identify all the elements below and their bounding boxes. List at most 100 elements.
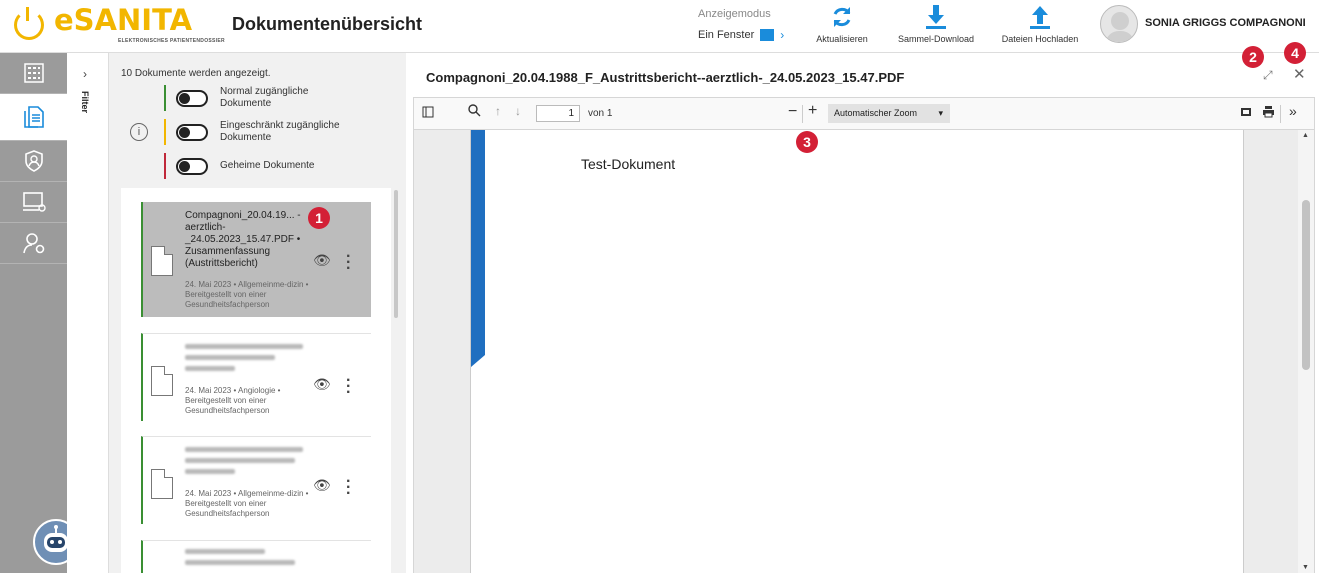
more-options-icon[interactable]: · · · (346, 249, 351, 277)
monitor-settings-icon (22, 192, 46, 212)
zoom-in-button[interactable]: + (808, 102, 817, 120)
sidebar-toggle-icon[interactable] (422, 106, 434, 121)
nav-item-user-settings[interactable] (0, 223, 67, 264)
refresh-icon (833, 7, 851, 27)
pdf-page: Test-Dokument (470, 130, 1244, 573)
legend-color-bar (164, 153, 166, 179)
logo-e: e (54, 3, 74, 37)
documents-icon (23, 106, 44, 128)
legend-color-bar (164, 85, 166, 111)
logo-subtitle: ELEKTRONISCHES PATIENTENDOSSIER (118, 38, 225, 44)
zoom-select[interactable]: Automatischer Zoom ▾ (828, 104, 950, 123)
upload-label: Dateien Hochladen (1001, 34, 1079, 44)
display-mode-selector[interactable]: Ein Fenster › (698, 28, 798, 42)
chevron-right-icon[interactable]: › (83, 67, 87, 81)
arrow-up-icon[interactable]: ↑ (495, 104, 501, 118)
zoom-out-button[interactable]: − (788, 103, 797, 121)
zoom-value: Automatischer Zoom (834, 108, 918, 118)
pdf-scroll-thumb[interactable] (1302, 200, 1310, 370)
toggle-normal-documents[interactable] (176, 89, 208, 107)
chevron-down-icon: ▾ (938, 108, 943, 118)
display-mode[interactable]: Anzeigemodus Ein Fenster › (698, 8, 798, 42)
blurred-title (185, 344, 305, 377)
document-card[interactable] (141, 540, 371, 573)
page-count: von 1 (588, 108, 613, 119)
avatar-image (1105, 12, 1135, 42)
refresh-button[interactable]: Aktualisieren (810, 4, 874, 44)
page-number-input[interactable]: 1 (536, 105, 580, 122)
nav-item-privacy[interactable] (0, 141, 67, 182)
upload-button[interactable]: Dateien Hochladen (995, 4, 1085, 44)
pdf-viewer: ↑ ↓ 1 von 1 − + Automatischer Zoom ▾ » T… (413, 97, 1315, 573)
bulk-download-button[interactable]: Sammel-Download (890, 4, 982, 44)
pdf-document-text: Test-Dokument (581, 156, 676, 172)
annotation-badge-4: 4 (1284, 42, 1306, 64)
grid-icon (23, 63, 44, 83)
file-icon (151, 366, 173, 396)
document-card-meta: 24. Mai 2023 • Allgemeinme-dizin • Berei… (185, 489, 309, 518)
bulk-download-label: Sammel-Download (897, 34, 975, 44)
document-accent-stripe-tip (471, 355, 485, 367)
pdf-canvas-area[interactable]: Test-Dokument (414, 130, 1298, 573)
user-settings-icon (22, 233, 44, 254)
legend-label: Normal zugängliche Dokumente (220, 86, 309, 109)
document-count: 10 Dokumente werden angezeigt. (121, 68, 271, 79)
legend-color-bar (164, 119, 166, 145)
document-card[interactable]: Compagnoni_20.04.19... -aerztlich- _24.0… (141, 202, 371, 317)
info-icon[interactable]: i (130, 123, 148, 141)
arrow-down-icon[interactable]: ↓ (515, 104, 521, 118)
presentation-mode-icon[interactable] (1240, 106, 1252, 121)
legend-normal: Normal zugängliche Dokumente (164, 85, 350, 111)
document-list-panel: 10 Dokumente werden angezeigt. i Normal … (109, 53, 406, 573)
privacy-shield-icon (24, 150, 43, 172)
document-card-title: Compagnoni_20.04.19... -aerztlich- _24.0… (185, 210, 301, 269)
viewer-title: Compagnoni_20.04.1988_F_Austrittsbericht… (426, 70, 905, 85)
eye-icon[interactable]: 👁 (313, 376, 331, 393)
refresh-label: Aktualisieren (816, 34, 868, 44)
more-tools-icon[interactable]: » (1289, 103, 1297, 119)
eye-icon[interactable]: 👁 (313, 252, 331, 269)
toggle-restricted-documents[interactable] (176, 123, 208, 141)
annotation-badge-2: 2 (1242, 46, 1264, 68)
toolbar-divider (802, 105, 803, 123)
blurred-title (185, 549, 305, 571)
search-icon[interactable] (468, 104, 481, 120)
eye-icon[interactable]: 👁 (313, 477, 331, 494)
esanita-logo[interactable]: eSANITA ELEKTRONISCHES PATIENTENDOSSIER (14, 3, 225, 48)
nav-rail (0, 53, 67, 573)
chevron-right-icon: › (780, 28, 785, 42)
filter-panel-toggle[interactable]: › Filter (67, 53, 109, 573)
logo-word: SANITA (73, 3, 193, 37)
scroll-down-icon[interactable]: ▼ (1302, 564, 1309, 571)
legend-label: Geheime Dokumente (220, 160, 315, 171)
filter-label: Filter (80, 91, 90, 114)
display-mode-label: Anzeigemodus (698, 8, 771, 20)
toolbar-divider (1280, 105, 1281, 123)
document-card-meta: 24. Mai 2023 • Allgemeinme-dizin • Berei… (185, 280, 309, 309)
nav-item-apps[interactable] (0, 53, 67, 94)
document-list-scrollbar[interactable] (394, 190, 398, 318)
annotation-badge-3: 3 (796, 131, 818, 153)
scroll-up-icon[interactable]: ▲ (1302, 132, 1309, 139)
file-icon (151, 469, 173, 499)
pdf-toolbar: ↑ ↓ 1 von 1 − + Automatischer Zoom ▾ » (414, 98, 1314, 130)
print-icon[interactable] (1262, 105, 1275, 121)
more-options-icon[interactable]: · · · (346, 474, 351, 502)
pdf-scrollbar[interactable]: ▲ ▼ (1298, 130, 1314, 573)
expand-icon[interactable]: ⤢ (1263, 68, 1273, 83)
user-name[interactable]: SONIA GRIGGS COMPAGNONI (1145, 17, 1306, 29)
document-cards-list[interactable]: Compagnoni_20.04.19... -aerztlich- _24.0… (121, 188, 391, 573)
close-icon[interactable]: ✕ (1293, 65, 1306, 83)
more-options-icon[interactable]: · · · (346, 373, 351, 401)
legend-secret: Geheime Dokumente (164, 153, 350, 179)
nav-item-documents[interactable] (0, 94, 67, 141)
download-icon (926, 5, 946, 29)
toggle-secret-documents[interactable] (176, 157, 208, 175)
document-card[interactable]: 24. Mai 2023 • Allgemeinme-dizin • Berei… (141, 436, 371, 524)
file-icon (151, 246, 173, 276)
upload-icon (1030, 6, 1050, 29)
nav-item-devices[interactable] (0, 182, 67, 223)
legend-label: Eingeschränkt zugängliche Dokumente (220, 120, 340, 143)
avatar[interactable] (1100, 5, 1138, 43)
document-card[interactable]: 24. Mai 2023 • Angiologie • Bereitgestel… (141, 333, 371, 421)
